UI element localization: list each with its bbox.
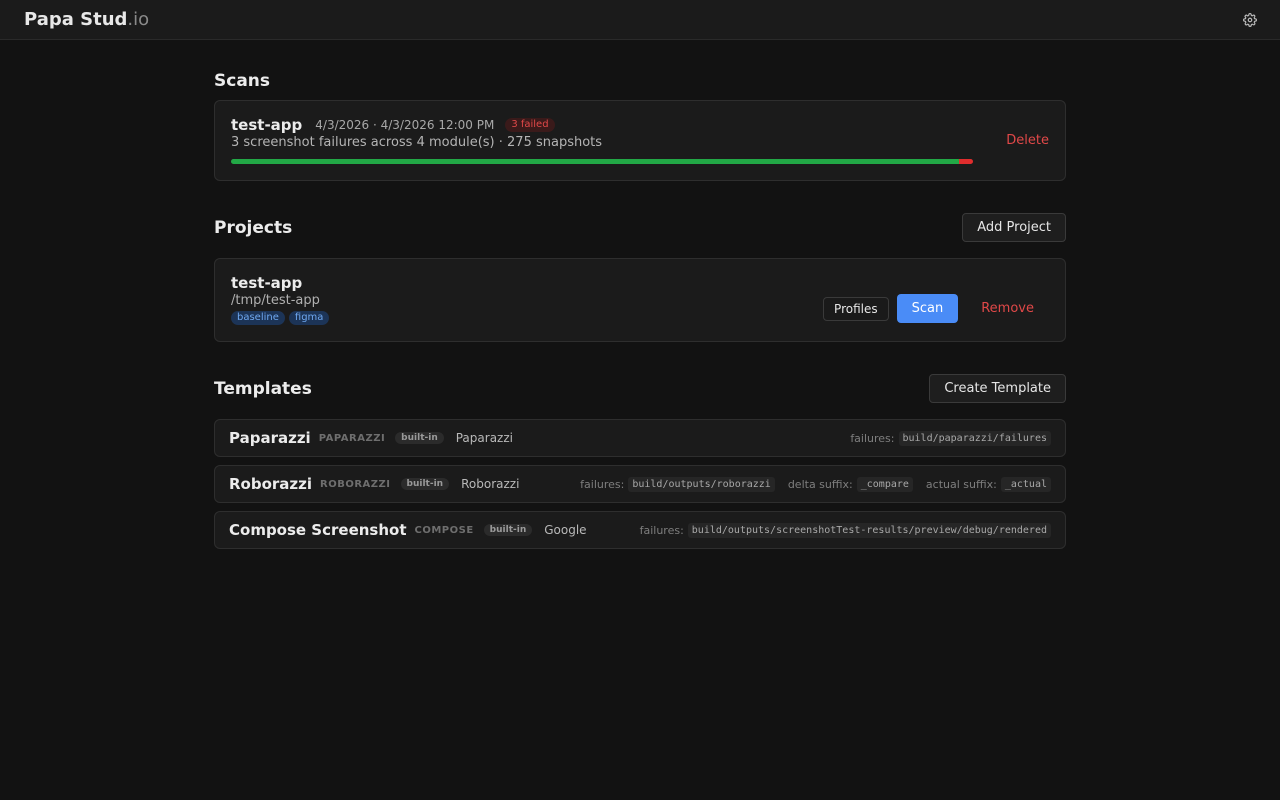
project-path: /tmp/test-app [231, 293, 320, 308]
gear-icon[interactable] [1242, 12, 1258, 28]
brand-suffix: .io [127, 9, 150, 30]
meta-value: build/paparazzi/failures [898, 430, 1051, 446]
failed-badge: 3 failed [505, 118, 555, 132]
template-vendor: Paparazzi [455, 431, 513, 445]
projects-section-title: Projects [214, 217, 293, 238]
project-card: test-app /tmp/test-app baseline figma Pr… [214, 258, 1066, 342]
template-name: Roborazzi [229, 475, 313, 493]
scan-project-name: test-app [231, 116, 303, 134]
meta-value: build/outputs/screenshotTest-results/pre… [687, 522, 1051, 538]
progress-failed [958, 159, 973, 164]
template-row-roborazzi[interactable]: Roborazzi ROBORAZZI built-in Roborazzi f… [214, 465, 1066, 503]
add-project-button[interactable]: Add Project [962, 213, 1066, 242]
templates-section-title: Templates [214, 378, 312, 399]
project-tags: baseline figma [231, 311, 823, 325]
meta-value: _actual [1000, 476, 1051, 492]
meta-label: delta suffix: [787, 477, 853, 491]
scan-card: test-app 4/3/2026 · 4/3/2026 12:00 PM 3 … [214, 100, 1066, 181]
template-list: Paparazzi PAPARAZZI built-in Paparazzi f… [214, 419, 1066, 549]
brand-name: Papa Stud [24, 9, 128, 30]
template-name: Paparazzi [229, 429, 311, 447]
delete-scan-button[interactable]: Delete [1006, 133, 1049, 148]
meta-value: _compare [856, 476, 913, 492]
tag-baseline: baseline [231, 311, 285, 325]
projects-header: Projects Add Project [214, 213, 1066, 242]
template-row-compose[interactable]: Compose Screenshot COMPOSE built-in Goog… [214, 511, 1066, 549]
meta-label: failures: [639, 523, 684, 537]
builtin-badge: built-in [483, 524, 533, 536]
meta-label: failures: [580, 477, 625, 491]
templates-header: Templates Create Template [214, 374, 1066, 403]
builtin-badge: built-in [400, 478, 450, 490]
profiles-button[interactable]: Profiles [823, 296, 889, 321]
template-code: PAPARAZZI [318, 432, 386, 444]
progress-passed [231, 159, 959, 164]
template-row-paparazzi[interactable]: Paparazzi PAPARAZZI built-in Paparazzi f… [214, 419, 1066, 457]
template-vendor: Roborazzi [461, 477, 520, 491]
template-name: Compose Screenshot [229, 521, 407, 539]
meta-value: build/outputs/roborazzi [628, 476, 775, 492]
scan-date: 4/3/2026 · 4/3/2026 12:00 PM [315, 118, 495, 132]
remove-project-button[interactable]: Remove [981, 301, 1034, 316]
scans-section-title: Scans [214, 71, 271, 91]
meta-label: failures: [850, 431, 895, 445]
template-vendor: Google [544, 523, 587, 537]
meta-label: actual suffix: [925, 477, 997, 491]
project-name: test-app [231, 274, 303, 292]
create-template-button[interactable]: Create Template [929, 374, 1066, 403]
scan-progress-bar [231, 159, 973, 164]
main-content: Scans test-app 4/3/2026 · 4/3/2026 12:00… [214, 40, 1066, 549]
template-code: COMPOSE [414, 524, 474, 536]
top-bar: Papa Stud.io [0, 0, 1280, 40]
template-code: ROBORAZZI [320, 478, 391, 490]
tag-figma: figma [288, 311, 330, 325]
scan-summary: 3 screenshot failures across 4 module(s)… [231, 135, 603, 150]
app-logo: Papa Stud.io [24, 9, 149, 30]
builtin-badge: built-in [395, 432, 444, 444]
scan-button[interactable]: Scan [896, 294, 959, 323]
